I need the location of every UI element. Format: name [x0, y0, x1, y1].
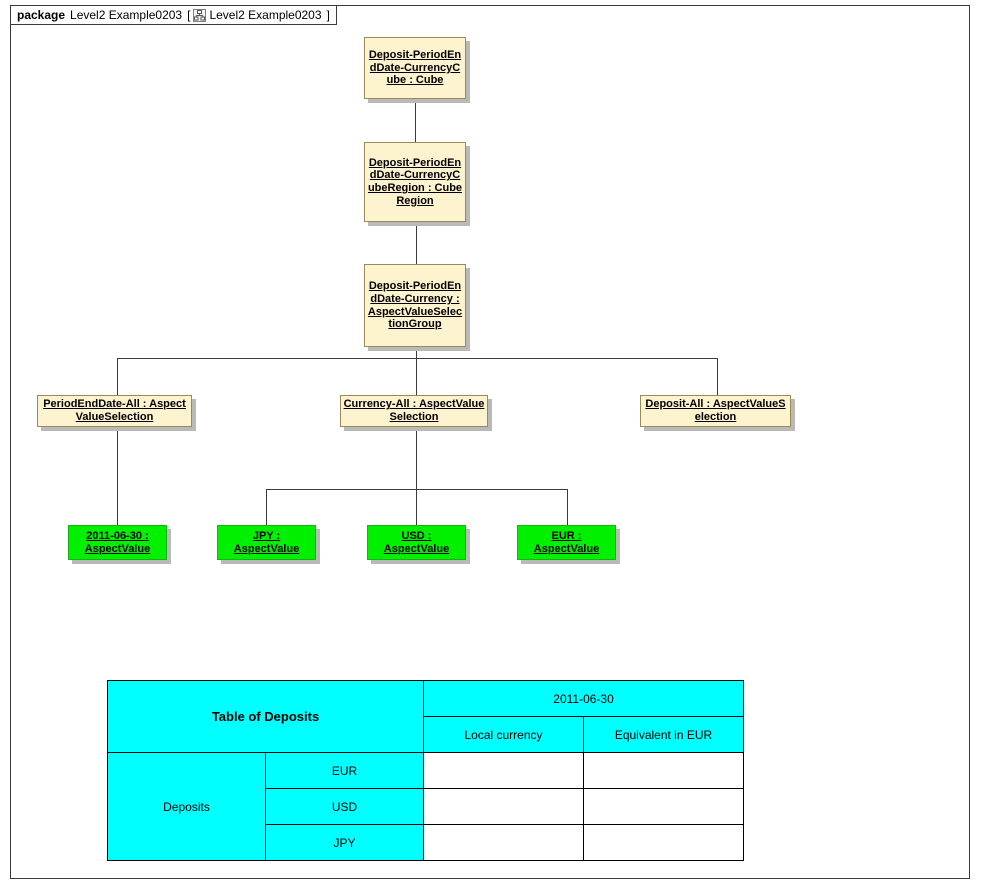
connector-bus-to-deposit [717, 358, 718, 396]
connector-bus-top [117, 358, 718, 359]
class-diagram-icon [193, 8, 207, 22]
node-label: Deposit-PeriodEndDate-CurrencyCube : Cub… [368, 49, 462, 87]
connector-bus-to-periodenddate [117, 358, 118, 396]
connector-bus-to-jpy [266, 489, 267, 525]
connector-avsg-stem [416, 347, 417, 396]
node-deposit-all[interactable]: Deposit-All : AspectValueSelection [640, 395, 791, 427]
connector-cube-cuberegion [415, 99, 416, 142]
bracket-close: ] [326, 8, 330, 22]
table-title-cell: Table of Deposits [106, 680, 425, 753]
node-cube[interactable]: Deposit-PeriodEndDate-CurrencyCube : Cub… [364, 37, 466, 99]
node-label: 2011-06-30 : AspectValue [84, 529, 151, 555]
table-period-header: 2011-06-30 [423, 680, 745, 717]
node-currency-all[interactable]: Currency-All : AspectValueSelection [340, 395, 488, 427]
node-aspectvalue-date[interactable]: 2011-06-30 : AspectValue [68, 525, 167, 560]
node-aspectvalue-usd[interactable]: USD : AspectValue [367, 525, 466, 560]
connector-currency-stem [416, 427, 417, 525]
node-label: JPY : AspectValue [233, 529, 300, 555]
connector-cuberegion-avsg [416, 222, 417, 264]
table-of-deposits: Table of Deposits 2011-06-30 Local curre… [106, 680, 745, 861]
table-row: Deposits EUR [107, 752, 745, 861]
table-cell-local-currency[interactable] [423, 788, 585, 825]
table-row-header-top: Table of Deposits 2011-06-30 [106, 680, 745, 753]
node-label: Deposit-PeriodEndDate-Currency : AspectV… [367, 280, 463, 331]
connector-bus-to-eur [567, 489, 568, 525]
node-label: Currency-All : AspectValueSelection [343, 398, 485, 423]
diagram-name: Level2 Example0203 [209, 8, 322, 22]
node-label: Deposit-All : AspectValueSelection [645, 398, 786, 423]
node-label: EUR : AspectValue [533, 529, 600, 555]
connector-bus-lower [266, 489, 568, 490]
table-subheader-local-currency: Local currency [423, 716, 585, 753]
bracket-open: [ [187, 8, 191, 22]
table-cell-equivalent-eur[interactable] [583, 788, 745, 825]
connector-periodenddate-to-date [117, 427, 118, 525]
node-label: USD : AspectValue [383, 529, 450, 555]
package-keyword: package [17, 8, 66, 22]
table-cell-local-currency[interactable] [423, 824, 585, 861]
table-cell-equivalent-eur[interactable] [583, 824, 745, 861]
node-label: Deposit-PeriodEndDate-CurrencyCubeRegion… [367, 156, 463, 207]
table-cell-equivalent-eur[interactable] [583, 752, 745, 789]
table-cell-currency: EUR [264, 752, 425, 789]
table-rowgroup-deposits: Deposits [107, 752, 266, 861]
table-subheader-equivalent-eur: Equivalent in EUR [583, 716, 745, 753]
diagram-canvas: package Level2 Example0203 [ Level2 Exam… [0, 0, 985, 895]
node-label: PeriodEndDate-All : AspectValueSelection [43, 398, 186, 423]
node-aspectvalue-eur[interactable]: EUR : AspectValue [517, 525, 616, 560]
table-cell-local-currency[interactable] [423, 752, 585, 789]
package-header-tab[interactable]: package Level2 Example0203 [ Level2 Exam… [10, 5, 337, 25]
package-name: Level2 Example0203 [70, 8, 183, 22]
node-aspectvalue-jpy[interactable]: JPY : AspectValue [217, 525, 316, 560]
table-cell-currency: USD [264, 788, 425, 825]
node-aspectvalueselectiongroup[interactable]: Deposit-PeriodEndDate-Currency : AspectV… [364, 264, 466, 347]
table-cell-currency: JPY [264, 824, 425, 861]
node-cuberegion[interactable]: Deposit-PeriodEndDate-CurrencyCubeRegion… [364, 142, 466, 222]
node-periodenddate-all[interactable]: PeriodEndDate-All : AspectValueSelection [37, 395, 192, 427]
